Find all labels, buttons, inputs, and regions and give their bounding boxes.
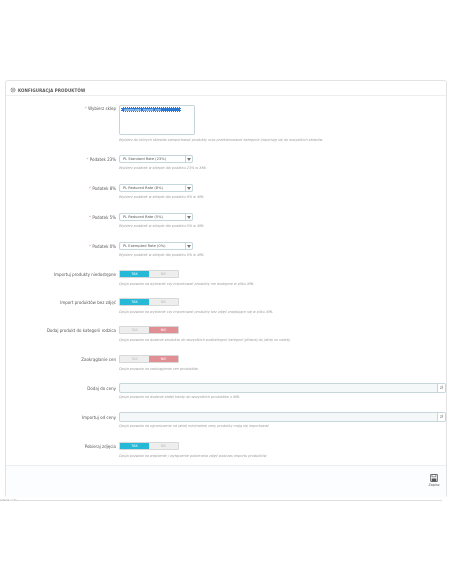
chevron-down-icon [185,156,192,162]
stores-label: * Wybierz sklep [6,106,116,111]
import-no-images-label: Import produktów bez zdjęć [60,300,116,305]
switch-no[interactable]: NIE [149,443,178,449]
min-price-help: Opcja pozwala na ograniczenie od jakiej … [119,424,269,428]
tax23-select[interactable]: PL Standard Rate (23%) [119,155,193,163]
add-to-price-help: Opcja pozwala na dodanie stałej kwoty do… [119,395,241,399]
tax8-value: PL Reduced Rate (8%) [123,186,163,190]
min-price-label: Importuj od ceny [81,415,116,420]
switch-no[interactable]: NIE [149,299,178,305]
fetch-images-switch[interactable]: TAK NIE [119,442,179,450]
tax0-label-text: Podatek 0% [92,244,116,249]
required-mark: * [89,244,92,249]
currency-suffix: zł [437,413,445,421]
chevron-down-icon [185,185,192,191]
tax5-help: Wybierz podatek w sklepie dla podatku 5%… [119,224,205,228]
switch-yes[interactable]: TAK [120,443,149,449]
stores-label-text: Wybierz sklep [88,106,116,111]
tax0-label: * Podatek 0% [6,244,116,249]
store-option[interactable]: adamsowa_import_cml [121,107,181,112]
stores-help: Wybierz do których sklepów zamportować p… [119,138,323,142]
import-unavailable-help: Opcja pozwala na wybranie czy importować… [119,282,255,286]
required-mark: * [89,186,92,191]
round-prices-help: Opcja pozwala na zaokrąglanie cen produk… [119,367,199,371]
tax23-label: * Podatek 23% [6,157,117,162]
required-mark: * [84,106,87,111]
add-to-price-input[interactable]: zł [119,383,446,393]
tax8-help: Wybierz podatek w sklepie dla podatku 8%… [119,195,205,199]
tax5-value: PL Reduced Rate (5%) [123,215,163,219]
switch-yes[interactable]: TAK [120,356,149,362]
tax23-help: Wybierz podatek w sklepie dla podatku 23… [119,166,207,170]
chevron-down-icon [185,214,192,220]
tax23-value: PL Standard Rate (23%) [123,157,166,161]
tax5-label-text: Podatek 5% [92,215,116,220]
add-to-root-switch[interactable]: TAK NIE [119,326,179,334]
add-to-root-help: Opcja pozwala na dodanie produktu do wsz… [119,338,291,342]
fetch-images-label: Pobieraj zdjęcia [84,444,116,449]
switch-yes[interactable]: TAK [120,327,149,333]
horizontal-scrollbar[interactable] [12,500,442,501]
min-price-input[interactable]: zł [119,412,446,422]
save-button[interactable]: Zapisz [426,474,442,492]
add-to-price-label: Dodaj do ceny [87,386,116,391]
required-mark: * [86,157,89,162]
tax0-select[interactable]: PL Exempted Rate (0%) [119,242,193,250]
tax8-label-text: Podatek 8% [92,186,116,191]
import-no-images-switch[interactable]: TAK NIE [119,298,179,306]
panel-footer: Zapisz [6,465,446,498]
round-prices-switch[interactable]: TAK NIE [119,355,179,363]
fetch-images-help: Opcja pozwala na włączenie / wyłączenie … [119,454,267,458]
tax23-label-text: Podatek 23% [89,157,116,162]
chevron-down-icon [185,243,192,249]
import-no-images-help: Opcja pozwala na wybranie czy importować… [119,310,274,314]
import-unavailable-label: Importuj produkty niedostępne [53,272,116,277]
panel-heading: KONFIGURACJA PRODUKTÓW [6,81,446,96]
switch-no[interactable]: NIE [149,356,178,362]
currency-suffix: zł [437,384,445,392]
switch-yes[interactable]: TAK [120,271,149,277]
product-config-panel: KONFIGURACJA PRODUKTÓW * Wybierz sklep a… [5,80,447,498]
switch-yes[interactable]: TAK [120,299,149,305]
switch-no[interactable]: NIE [149,327,178,333]
required-mark: * [89,215,92,220]
tax8-label: * Podatek 8% [6,186,116,191]
tax8-select[interactable]: PL Reduced Rate (8%) [119,184,193,192]
save-label: Zapisz [428,483,440,487]
tax0-help: Wybierz podatek w sklepie dla podatku 0%… [119,253,205,257]
cog-icon [10,87,16,93]
switch-no[interactable]: NIE [149,271,178,277]
tax5-select[interactable]: PL Reduced Rate (5%) [119,213,193,221]
add-to-root-label: Dodaj produkt do kategorii rodzica [46,328,116,333]
tax5-label: * Podatek 5% [6,215,116,220]
save-icon [430,474,438,482]
import-unavailable-switch[interactable]: TAK NIE [119,270,179,278]
tax0-value: PL Exempted Rate (0%) [123,244,166,248]
stores-multiselect[interactable]: adamsowa_import_cml [119,105,195,135]
panel-title: KONFIGURACJA PRODUKTÓW [18,87,86,93]
round-prices-label: Zaokrąglanie cen [81,357,116,362]
